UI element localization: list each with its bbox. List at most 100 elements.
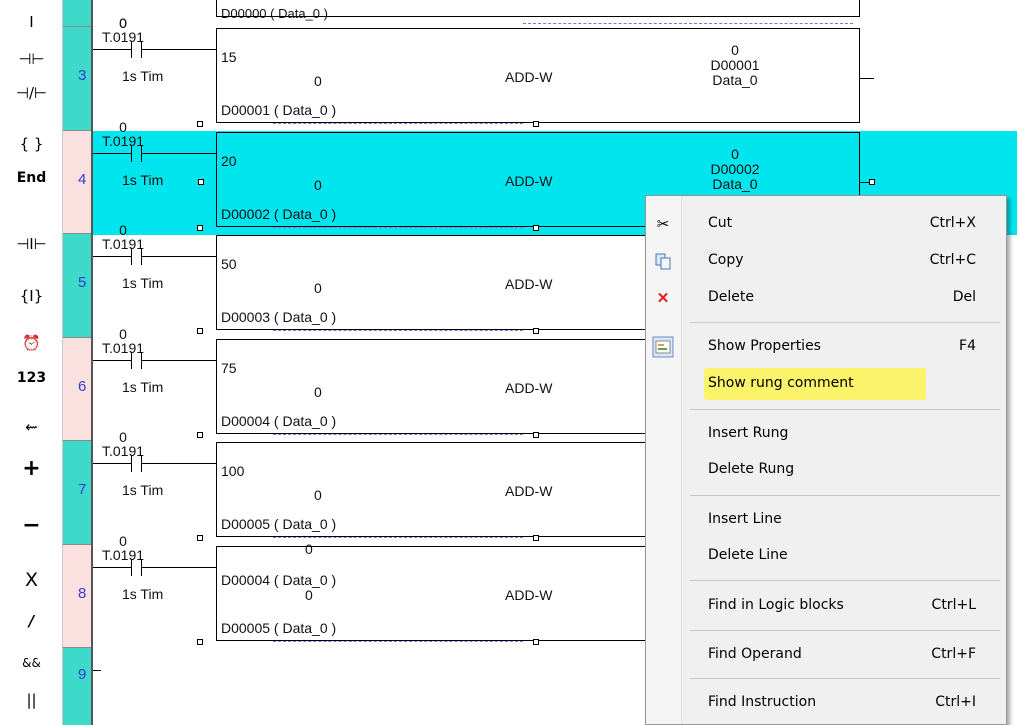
input-1-value: 15 <box>221 49 237 65</box>
end-tool[interactable]: End <box>0 161 63 195</box>
rung-cell-8[interactable]: 8 <box>63 545 92 648</box>
contact-label: 1s Tim <box>122 379 164 395</box>
grid-node[interactable] <box>533 535 539 541</box>
grid-node[interactable] <box>198 179 204 185</box>
instruction-toolbar: I ⊣⊢ ⊣/⊢ { } End ⊣I⊢ {I} ⏰ 123 ⇜ + − X /… <box>0 0 63 725</box>
grid-node[interactable] <box>197 121 203 127</box>
normally-open-contact-tool[interactable]: ⊣⊢ <box>0 42 63 76</box>
grid-node[interactable] <box>533 121 539 127</box>
numeric-tool[interactable]: 123 <box>0 361 63 395</box>
rung-cell-3[interactable]: 3 <box>63 27 92 131</box>
menu-item-insert-line[interactable]: Insert Line <box>646 502 1006 538</box>
rung-number-column: 3 4 5 6 7 8 9 <box>63 0 92 725</box>
contact-label: 1s Tim <box>122 68 164 84</box>
input-1-value: 50 <box>221 256 237 272</box>
input-2-value: 0 <box>305 587 313 603</box>
rung-number: 5 <box>78 274 87 291</box>
rung-3[interactable]: 0 T.0191 1s Tim 15 0 D00001 ( Data_0 ) ADD-W 0 D… <box>93 15 1017 131</box>
rung-cell-6[interactable]: 6 <box>63 338 92 441</box>
contact-symbol[interactable] <box>131 455 132 472</box>
contact-label: 1s Tim <box>122 586 164 602</box>
menu-item-delete[interactable]: ✕ Delete Del <box>646 280 1006 316</box>
grid-dash <box>523 23 853 24</box>
rung-number: 6 <box>78 378 87 395</box>
grid-node[interactable] <box>197 328 203 334</box>
grid-node[interactable] <box>197 535 203 541</box>
rung-number: 8 <box>78 585 87 602</box>
input-1-value: 75 <box>221 360 237 376</box>
instruction-name: ADD-W <box>505 587 553 603</box>
wire <box>93 153 131 154</box>
grid-node[interactable] <box>533 639 539 645</box>
menu-item-copy[interactable]: Copy Ctrl+C <box>646 243 1006 279</box>
coil-tool[interactable]: { } <box>0 127 63 161</box>
rung-2[interactable]: D00000 ( Data_0 ) 0 <box>93 0 1017 31</box>
contact-address: T.0191 <box>102 236 145 252</box>
rung-cell-5[interactable]: 5 <box>63 234 92 338</box>
grid-node[interactable] <box>533 225 539 231</box>
timer-tool[interactable]: ⏰ <box>0 326 63 360</box>
input-2-operand: D00002 ( Data_0 ) <box>221 206 337 222</box>
input-2-value: 0 <box>314 280 322 296</box>
subtract-tool[interactable]: − <box>0 508 63 542</box>
instruction-name: ADD-W <box>505 276 553 292</box>
grid-dash <box>273 330 523 331</box>
wire <box>141 256 216 257</box>
multiply-tool[interactable]: X <box>0 563 63 597</box>
menu-item-find-operand[interactable]: Find Operand Ctrl+F <box>646 637 1006 673</box>
rising-edge-contact-tool[interactable]: ⊣I⊢ <box>0 227 63 261</box>
normally-closed-contact-tool[interactable]: ⊣/⊢ <box>0 76 63 110</box>
grid-node[interactable] <box>197 432 203 438</box>
grid-dash <box>273 434 523 435</box>
properties-icon <box>651 335 675 359</box>
grid-dash <box>273 641 523 642</box>
grid-node[interactable] <box>869 179 875 185</box>
contact-symbol[interactable] <box>131 559 132 576</box>
menu-item-show-properties[interactable]: Show Properties F4 <box>646 329 1006 365</box>
red-x-icon: ✕ <box>656 290 670 307</box>
menu-item-find-instruction[interactable]: Find Instruction Ctrl+I <box>646 685 1006 721</box>
input-2-operand: D00005 ( Data_0 ) <box>221 620 337 636</box>
rung-cell-4[interactable]: 4 <box>63 131 92 234</box>
logical-or-tool[interactable]: || <box>0 683 63 717</box>
move-tool[interactable]: ⇜ <box>0 410 63 444</box>
output-label: Data_0 <box>712 72 758 88</box>
input-2-operand: D00004 ( Data_0 ) <box>221 413 337 429</box>
grid-node[interactable] <box>533 328 539 334</box>
grid-node[interactable] <box>197 639 203 645</box>
output-value: 0 <box>731 42 739 58</box>
contact-symbol[interactable] <box>131 352 132 369</box>
function-block[interactable] <box>216 0 860 17</box>
contact-symbol[interactable] <box>131 41 132 58</box>
rung-cell-9[interactable]: 9 <box>63 648 92 725</box>
menu-item-show-rung-comment[interactable]: Show rung comment <box>646 366 1006 402</box>
divide-tool[interactable]: / <box>0 604 63 638</box>
menu-item-delete-line[interactable]: Delete Line <box>646 538 1006 574</box>
instruction-name: ADD-W <box>505 380 553 396</box>
menu-separator <box>690 322 1000 323</box>
logical-and-tool[interactable]: && <box>0 646 63 680</box>
instruction-name: ADD-W <box>505 173 553 189</box>
add-tool[interactable]: + <box>0 451 63 485</box>
contact-address: T.0191 <box>102 340 145 356</box>
input-1-value: 20 <box>221 153 237 169</box>
contact-symbol[interactable] <box>131 145 132 162</box>
menu-item-find-in-logic-blocks[interactable]: Find in Logic blocks Ctrl+L <box>646 588 1006 624</box>
wire <box>141 463 216 464</box>
input-1-value: 0 <box>305 541 313 557</box>
menu-item-insert-rung[interactable]: Insert Rung <box>646 416 1006 452</box>
menu-item-cut[interactable]: ✂ Cut Ctrl+X <box>646 206 1006 242</box>
wire <box>860 78 874 79</box>
set-coil-tool[interactable]: {I} <box>0 279 63 313</box>
rung-cell-7[interactable]: 7 <box>63 441 92 545</box>
grid-node[interactable] <box>533 432 539 438</box>
contact-symbol[interactable] <box>131 248 132 265</box>
contact-cursor-tool[interactable]: I <box>0 5 63 39</box>
input-2-operand: D00003 ( Data_0 ) <box>221 309 337 325</box>
grid-node[interactable] <box>197 225 203 231</box>
input-2-value: 0 <box>314 73 322 89</box>
scissors-icon: ✂ <box>656 216 670 233</box>
contact-label: 1s Tim <box>122 172 164 188</box>
rung-cell-2[interactable] <box>63 0 92 27</box>
menu-item-delete-rung[interactable]: Delete Rung <box>646 452 1006 488</box>
